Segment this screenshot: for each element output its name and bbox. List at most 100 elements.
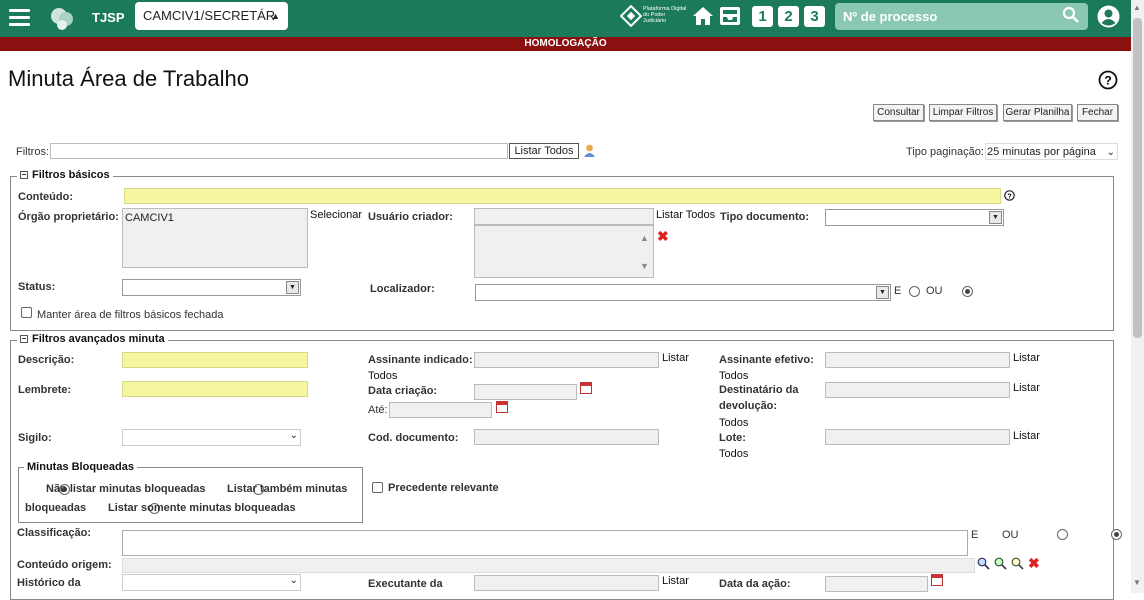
descricao-label: Descrição: (18, 354, 75, 366)
nav-number-2[interactable]: 2 (778, 6, 799, 27)
classificacao-input[interactable] (122, 530, 968, 556)
nav-number-3[interactable]: 3 (804, 6, 825, 27)
usuario-criador-label: Usuário criador: (368, 211, 453, 223)
gerar-planilha-button[interactable]: Gerar Planilha (1003, 104, 1072, 121)
user-avatar-icon[interactable] (1097, 5, 1120, 31)
orgao-list[interactable]: CAMCIV1 (122, 208, 308, 268)
consultar-button[interactable]: Consultar (873, 104, 924, 121)
nav-number-1[interactable]: 1 (752, 6, 773, 27)
precedente-checkbox[interactable] (372, 482, 383, 493)
calendar-icon[interactable] (931, 574, 943, 586)
search-icon[interactable] (1062, 6, 1080, 33)
listar-todos-button[interactable]: Listar Todos (509, 143, 579, 159)
collapse-icon[interactable]: − (20, 335, 28, 344)
collapse-icon[interactable]: − (20, 171, 28, 180)
destinatario-todos[interactable]: Todos (719, 417, 748, 429)
historico-select[interactable]: ⌄ (122, 574, 301, 591)
localizador-ou-label: OU (926, 285, 943, 297)
filtros-avancados-legend[interactable]: − Filtros avançados minuta (17, 333, 168, 345)
assinante-indicado-input[interactable] (474, 352, 659, 368)
localizador-select[interactable]: ▼ (475, 284, 891, 301)
assinante-efetivo-listar[interactable]: Listar (1013, 352, 1040, 364)
platform-logo-text: Plataforma Digital do Poder Judiciário (643, 6, 687, 24)
chevron-down-icon: ▼ (989, 211, 1002, 224)
data-ate-input[interactable] (389, 402, 492, 418)
status-label: Status: (18, 281, 56, 293)
descricao-input[interactable] (122, 352, 308, 368)
data-criacao-input[interactable] (474, 384, 577, 400)
precedente-label: Precedente relevante (388, 482, 499, 494)
ate-label: Até: (368, 404, 388, 416)
scrollbar-thumb[interactable] (1133, 18, 1142, 338)
assinante-efetivo-todos[interactable]: Todos (719, 370, 748, 382)
destinatario-listar[interactable]: Listar (1013, 382, 1040, 394)
move-up-icon[interactable]: ▲ (640, 233, 649, 243)
filtros-basicos-legend[interactable]: − Filtros básicos (17, 169, 113, 181)
tipo-paginacao-value: 25 minutas por página (987, 146, 1096, 158)
assinante-indicado-listar[interactable]: Listar (662, 352, 689, 364)
classificacao-e-radio[interactable] (1056, 529, 1068, 541)
tipo-documento-select[interactable]: ▼ (825, 209, 1004, 226)
filtros-input[interactable] (50, 143, 508, 159)
select-arrows-icon: ▲ (271, 11, 280, 21)
sigilo-select[interactable]: ⌄ (122, 429, 301, 446)
search-icon[interactable] (1011, 557, 1024, 570)
orgao-label: Órgão proprietário: (18, 211, 119, 223)
search-icon[interactable] (994, 557, 1007, 570)
chevron-down-icon: ⌄ (289, 430, 298, 441)
help-icon[interactable]: ? (1004, 190, 1015, 204)
unit-select[interactable]: CAMCIV1/SECRETÁR ▲ (135, 2, 288, 30)
assinante-efetivo-input[interactable] (825, 352, 1010, 368)
usuario-criador-input[interactable] (474, 208, 654, 225)
calendar-icon[interactable] (496, 401, 508, 413)
page-title: Minuta Área de Trabalho (8, 66, 249, 91)
lembrete-label: Lembrete: (18, 384, 72, 396)
scroll-up-icon[interactable]: ▲ (1133, 3, 1141, 12)
conteudo-input[interactable] (124, 188, 1001, 204)
status-select[interactable]: ▼ (122, 279, 301, 296)
menu-icon[interactable] (9, 9, 30, 30)
assinante-indicado-todos[interactable]: Todos (368, 370, 397, 382)
remove-icon[interactable]: ✖ (657, 228, 669, 245)
svg-text:?: ? (1007, 194, 1011, 201)
destinatario-input[interactable] (825, 382, 1010, 398)
user-filter-icon[interactable] (583, 144, 596, 161)
lote-input[interactable] (825, 429, 1010, 445)
listar-tambem-label-line1: Listar também minutas (227, 483, 348, 495)
search-icon[interactable] (977, 557, 990, 570)
minutas-bloqueadas-legend: Minutas Bloqueadas (24, 461, 137, 473)
destinatario-label-line2: devolução: (719, 400, 778, 412)
data-acao-input[interactable] (825, 576, 928, 592)
clear-icon[interactable]: ✖ (1028, 555, 1040, 572)
home-icon[interactable] (692, 6, 714, 29)
chevron-down-icon: ▼ (876, 286, 889, 299)
tipo-paginacao-label: Tipo paginação: (906, 146, 984, 158)
top-bar: TJSP CAMCIV1/SECRETÁR ▲ Plataforma Digita… (0, 0, 1131, 37)
lembrete-input[interactable] (122, 381, 308, 397)
inbox-icon[interactable] (719, 6, 741, 29)
executante-label: Executante da (368, 578, 443, 590)
lote-listar[interactable]: Listar (1013, 430, 1040, 442)
conteudo-origem-input[interactable] (122, 558, 975, 573)
localizador-e-label: E (894, 285, 902, 297)
cod-documento-label: Cod. documento: (368, 432, 459, 444)
move-down-icon[interactable]: ▼ (640, 261, 649, 271)
fechar-button[interactable]: Fechar (1077, 104, 1118, 121)
help-icon[interactable]: ? (1098, 70, 1118, 93)
scroll-down-icon[interactable]: ▼ (1133, 578, 1141, 587)
limpar-filtros-button[interactable]: Limpar Filtros (929, 104, 997, 121)
listar-todos-link[interactable]: Listar Todos (656, 209, 715, 221)
tipo-paginacao-select[interactable]: 25 minutas por página ⌄ (985, 143, 1118, 160)
usuario-criador-list[interactable] (474, 225, 654, 278)
cod-documento-input[interactable] (474, 429, 659, 445)
manter-fechada-label: Manter área de filtros básicos fechada (37, 309, 224, 321)
selecionar-link[interactable]: Selecionar (310, 209, 362, 221)
calendar-icon[interactable] (580, 382, 592, 394)
lote-todos[interactable]: Todos (719, 448, 748, 460)
executante-input[interactable] (474, 575, 659, 591)
unit-select-value: CAMCIV1/SECRETÁR (143, 8, 276, 23)
executante-listar[interactable]: Listar (662, 575, 689, 587)
process-search-input[interactable]: Nº de processo (835, 3, 1088, 30)
classificacao-ou-radio[interactable] (1111, 529, 1123, 541)
manter-fechada-checkbox[interactable] (21, 307, 32, 318)
